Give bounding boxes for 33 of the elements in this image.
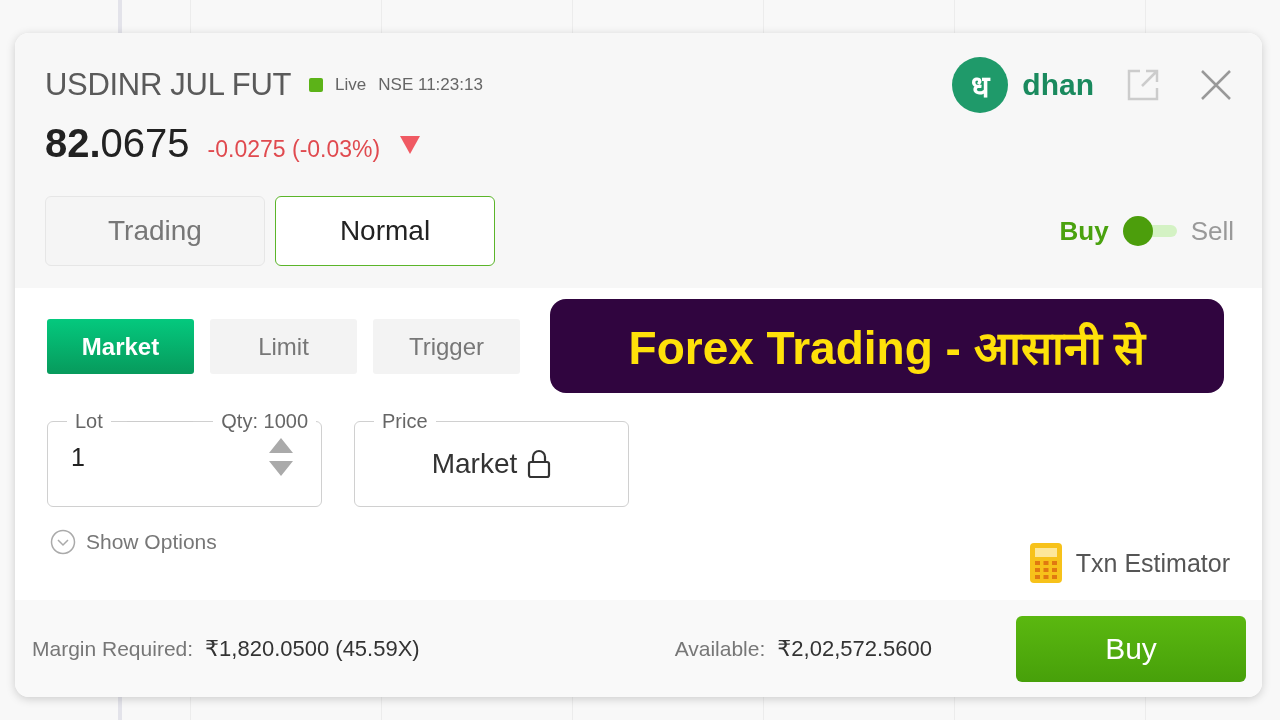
- instrument-name: USDINR JUL FUT: [45, 67, 292, 103]
- chevron-circle-icon[interactable]: [50, 529, 76, 555]
- calculator-icon[interactable]: [1029, 543, 1062, 583]
- brand-logo: ध: [952, 57, 1009, 113]
- lot-field[interactable]: Lot Qty: 1000 1: [47, 407, 322, 507]
- external-link-icon[interactable]: [1126, 68, 1160, 102]
- lot-input[interactable]: 1: [69, 441, 223, 473]
- price-value: Market: [431, 448, 518, 480]
- toggle-thumb[interactable]: [1122, 216, 1153, 246]
- show-options-link[interactable]: Show Options: [86, 530, 217, 554]
- stepper-icon[interactable]: [268, 436, 294, 478]
- last-price: 82.0675: [45, 121, 190, 166]
- txn-estimator-link[interactable]: Txn Estimator: [1075, 548, 1230, 578]
- order-type-tab[interactable]: Trigger: [373, 319, 520, 374]
- promo-banner: Forex Trading - आसानी से: [550, 299, 1224, 393]
- buy-label[interactable]: Buy: [1059, 215, 1109, 247]
- available-value: ₹2,02,572.5600: [777, 635, 932, 662]
- product-tab[interactable]: Trading: [45, 196, 265, 266]
- buy-button[interactable]: Buy: [1016, 615, 1246, 682]
- brand-name: dhan: [1022, 68, 1094, 102]
- available-label: Available:: [674, 636, 766, 661]
- close-icon[interactable]: [1200, 69, 1232, 101]
- exchange-time: NSE 11:23:13: [378, 75, 483, 95]
- side-toggle[interactable]: [1122, 216, 1177, 246]
- margin-value: ₹1,820.0500 (45.59X): [205, 635, 420, 662]
- price-change: -0.0275 (-0.03%): [207, 136, 381, 163]
- status-label: Live: [335, 75, 367, 95]
- product-tab[interactable]: Normal: [275, 196, 495, 266]
- order-type-tab[interactable]: Limit: [210, 319, 357, 374]
- sell-label[interactable]: Sell: [1190, 215, 1234, 247]
- price-field[interactable]: Price Market: [354, 407, 629, 507]
- order-type-tab[interactable]: Market: [47, 319, 194, 374]
- margin-label: Margin Required:: [32, 636, 194, 661]
